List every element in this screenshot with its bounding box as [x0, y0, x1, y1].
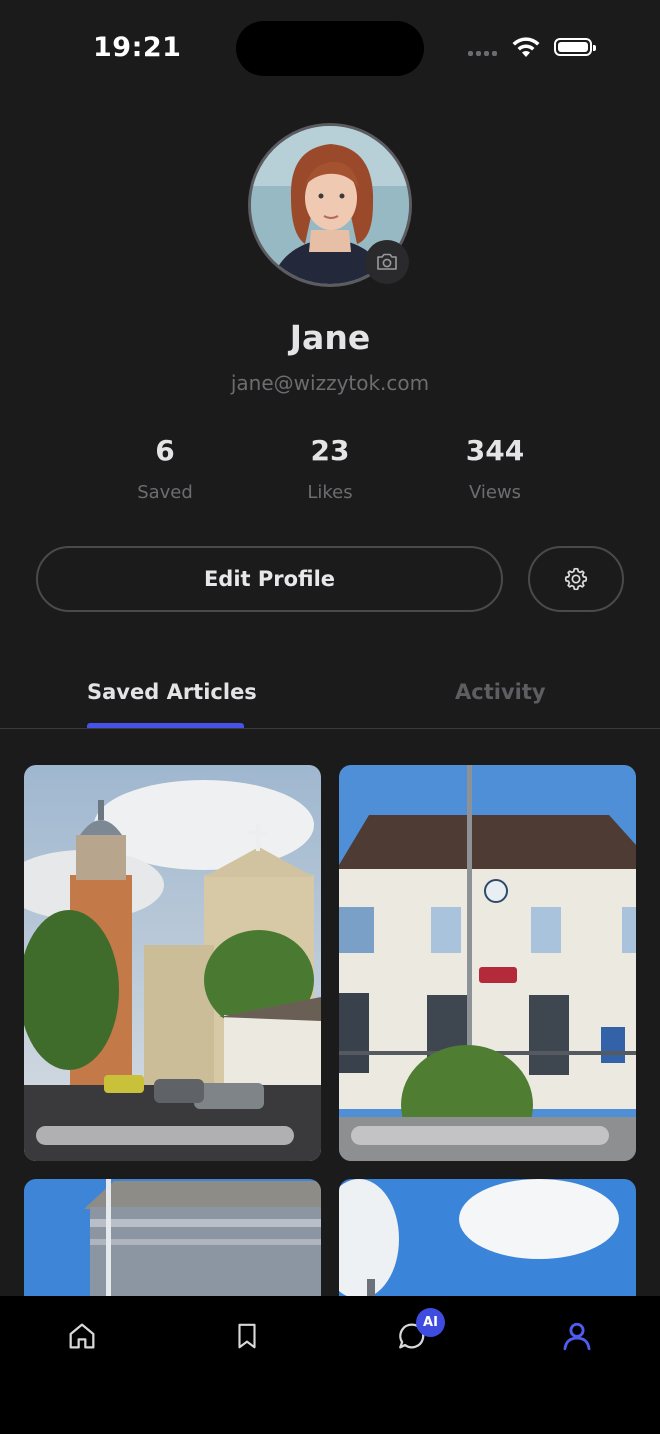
article-card-building[interactable] — [24, 1179, 321, 1309]
active-tab-indicator — [87, 723, 244, 728]
stat-value: 23 — [310, 434, 350, 467]
church-photo — [24, 765, 321, 1161]
profile-avatar-container — [248, 123, 412, 287]
status-bar: 19:21 — [0, 0, 660, 96]
stat-label: Views — [468, 482, 522, 503]
nav-saved[interactable] — [227, 1316, 267, 1356]
gear-icon — [564, 567, 588, 591]
edit-profile-button[interactable]: Edit Profile — [36, 546, 503, 612]
stat-saved: 6 Saved — [95, 434, 235, 503]
nav-home[interactable] — [62, 1316, 102, 1356]
change-photo-button[interactable] — [365, 240, 409, 284]
article-card-church[interactable] — [24, 765, 321, 1161]
tab-activity[interactable]: Activity — [455, 680, 546, 704]
dynamic-island — [236, 21, 424, 76]
settings-button[interactable] — [528, 546, 624, 612]
tab-saved-articles[interactable]: Saved Articles — [87, 680, 257, 704]
stat-views: 344 Views — [425, 434, 565, 503]
stat-value: 344 — [465, 434, 525, 467]
article-card-station[interactable] — [339, 765, 636, 1161]
profile-tabs: Saved Articles Activity — [0, 660, 660, 729]
bookmark-icon — [238, 1323, 256, 1349]
status-time: 19:21 — [93, 32, 182, 63]
wifi-icon — [512, 37, 540, 57]
profile-icon — [563, 1322, 591, 1351]
article-caption-placeholder — [36, 1126, 294, 1145]
home-icon — [69, 1323, 95, 1349]
stat-likes: 23 Likes — [260, 434, 400, 503]
cellular-signal-icon — [468, 51, 497, 56]
profile-name: Jane — [289, 318, 371, 357]
sky-photo — [339, 1179, 636, 1309]
stat-label: Likes — [307, 482, 353, 503]
article-card-sky[interactable] — [339, 1179, 636, 1309]
profile-email: jane@wizzytok.com — [230, 371, 430, 395]
stat-label: Saved — [137, 482, 193, 503]
old-building-photo — [24, 1179, 321, 1309]
article-caption-placeholder — [351, 1126, 609, 1145]
stat-value: 6 — [155, 434, 175, 467]
sncf-station-photo — [339, 765, 636, 1161]
battery-icon — [554, 38, 596, 56]
ai-badge: AI — [416, 1308, 445, 1337]
bottom-navigation — [0, 1296, 660, 1434]
camera-icon — [377, 253, 397, 270]
nav-profile[interactable] — [557, 1316, 597, 1356]
